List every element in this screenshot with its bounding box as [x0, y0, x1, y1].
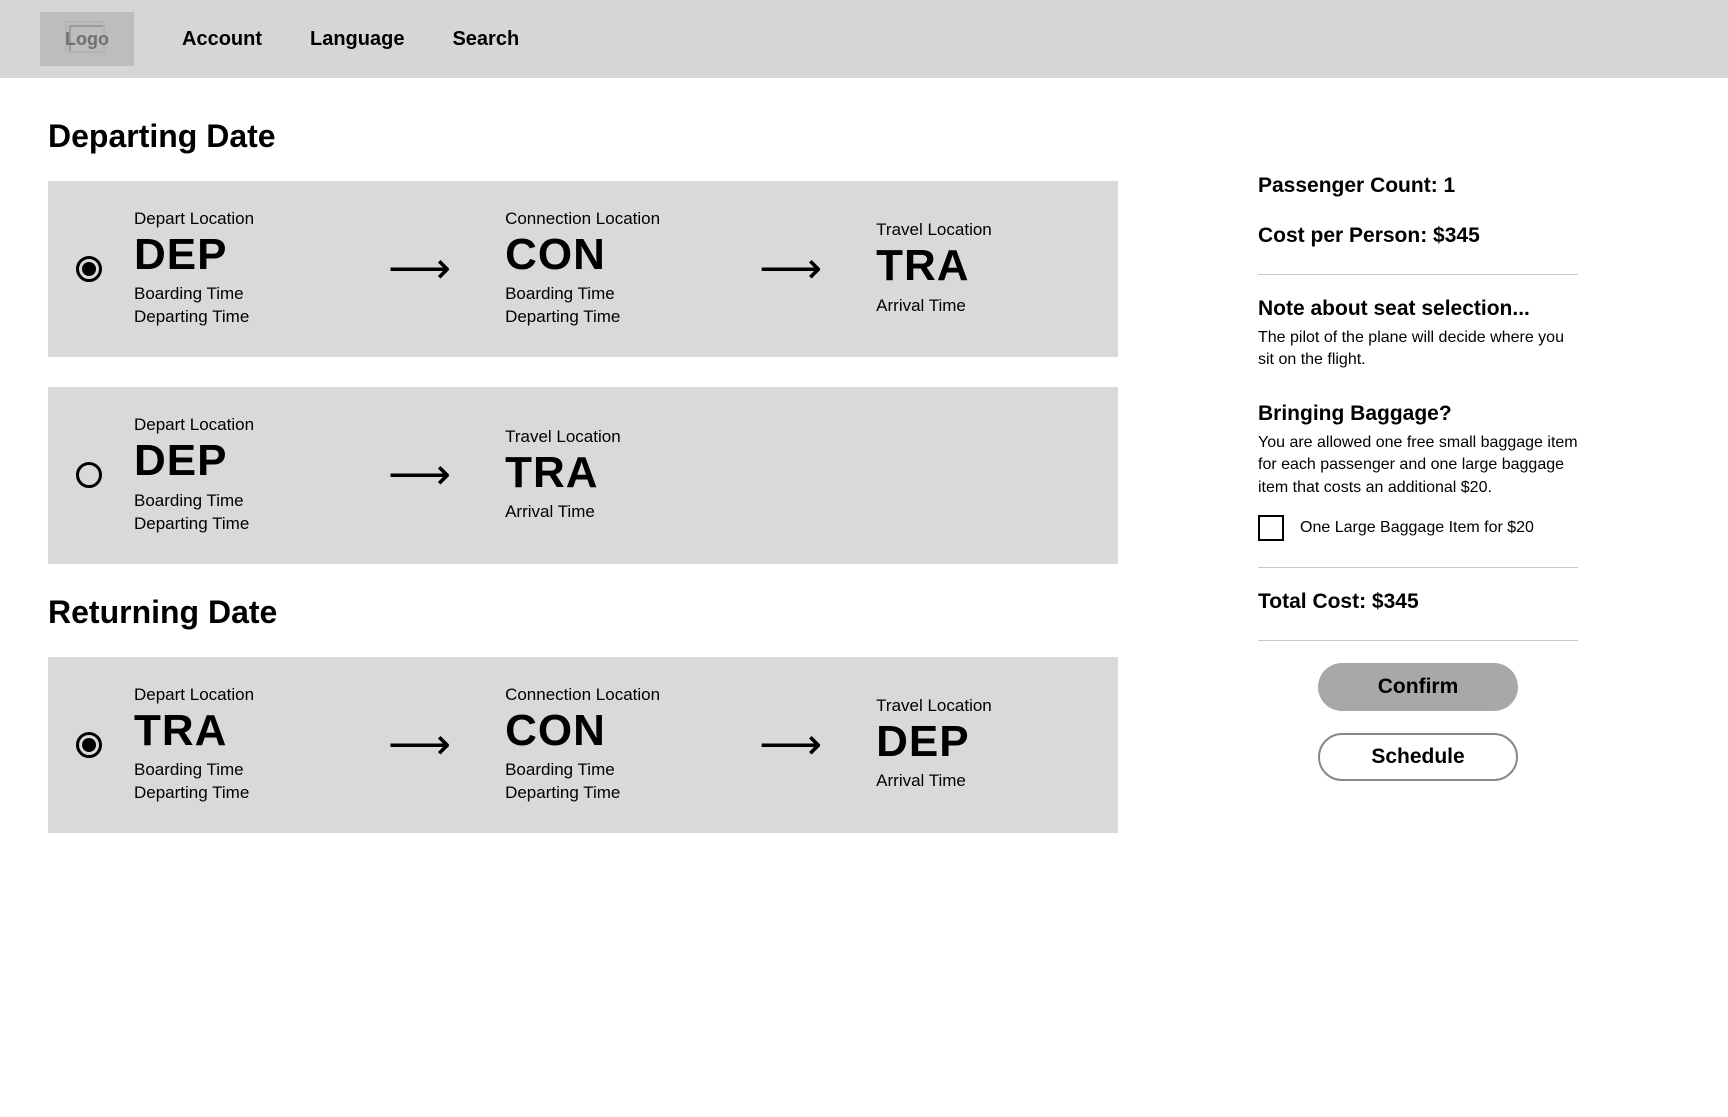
departing-option-1[interactable]: Depart Location DEP Boarding Time Depart…	[48, 181, 1118, 357]
segment-code: DEP	[876, 718, 1076, 766]
baggage-body: You are allowed one free small baggage i…	[1258, 432, 1578, 499]
segment-label: Travel Location	[876, 220, 1076, 240]
radio-unselected-icon[interactable]	[76, 462, 102, 488]
arrow-right-icon: ⟶	[376, 723, 463, 767]
segment-code: CON	[505, 231, 705, 279]
radio-selected-icon[interactable]	[76, 732, 102, 758]
segment-code: CON	[505, 707, 705, 755]
segment-time: Arrival Time	[876, 295, 1076, 318]
divider	[1258, 567, 1578, 568]
segment-time: Departing Time	[134, 306, 334, 329]
seat-note-title: Note about seat selection...	[1258, 297, 1578, 321]
arrow-right-icon: ⟶	[376, 453, 463, 497]
segment-label: Depart Location	[134, 415, 334, 435]
segment-time: Arrival Time	[876, 770, 1076, 793]
logo[interactable]: Logo	[40, 12, 134, 66]
schedule-button[interactable]: Schedule	[1318, 733, 1518, 781]
nav-search[interactable]: Search	[452, 28, 519, 51]
segment-time: Departing Time	[505, 306, 705, 329]
arrow-right-icon: ⟶	[747, 247, 834, 291]
logo-text: Logo	[65, 29, 109, 50]
segment-code: DEP	[134, 231, 334, 279]
baggage-checkbox[interactable]	[1258, 515, 1284, 541]
arrow-right-icon: ⟶	[376, 247, 463, 291]
confirm-button[interactable]: Confirm	[1318, 663, 1518, 711]
segment-time: Departing Time	[134, 782, 334, 805]
returning-date-title: Returning Date	[48, 594, 1118, 631]
seat-note-body: The pilot of the plane will decide where…	[1258, 327, 1578, 372]
radio-selected-icon[interactable]	[76, 256, 102, 282]
segment-label: Connection Location	[505, 685, 705, 705]
returning-option-1[interactable]: Depart Location TRA Boarding Time Depart…	[48, 657, 1118, 833]
nav-language[interactable]: Language	[310, 28, 404, 51]
segment-time: Boarding Time	[505, 759, 705, 782]
segment-code: TRA	[505, 449, 705, 497]
segment-time: Arrival Time	[505, 501, 705, 524]
segment-time: Departing Time	[134, 513, 334, 536]
top-nav: Logo Account Language Search	[0, 0, 1728, 78]
segment-time: Boarding Time	[134, 759, 334, 782]
passenger-count: Passenger Count: 1	[1258, 174, 1578, 198]
segment-time: Boarding Time	[134, 490, 334, 513]
segment-label: Depart Location	[134, 685, 334, 705]
divider	[1258, 640, 1578, 641]
nav-account[interactable]: Account	[182, 28, 262, 51]
segment-time: Departing Time	[505, 782, 705, 805]
divider	[1258, 274, 1578, 275]
segment-code: TRA	[134, 707, 334, 755]
departing-date-title: Departing Date	[48, 118, 1118, 155]
baggage-title: Bringing Baggage?	[1258, 402, 1578, 426]
segment-time: Boarding Time	[505, 283, 705, 306]
segment-label: Depart Location	[134, 209, 334, 229]
baggage-checkbox-label: One Large Baggage Item for $20	[1300, 517, 1534, 539]
segment-label: Travel Location	[505, 427, 705, 447]
arrow-right-icon: ⟶	[747, 723, 834, 767]
departing-option-2[interactable]: Depart Location DEP Boarding Time Depart…	[48, 387, 1118, 563]
segment-code: TRA	[876, 242, 1076, 290]
total-cost: Total Cost: $345	[1258, 590, 1578, 614]
cost-per-person: Cost per Person: $345	[1258, 224, 1578, 248]
summary-sidebar: Passenger Count: 1 Cost per Person: $345…	[1258, 118, 1578, 781]
segment-label: Travel Location	[876, 696, 1076, 716]
segment-time: Boarding Time	[134, 283, 334, 306]
segment-code: DEP	[134, 437, 334, 485]
segment-label: Connection Location	[505, 209, 705, 229]
